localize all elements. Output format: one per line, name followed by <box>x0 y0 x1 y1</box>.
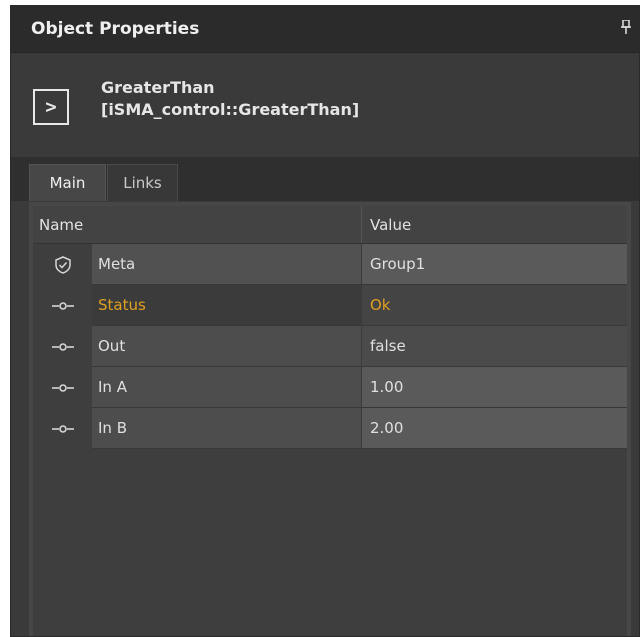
panel-titlebar: Object Properties <box>11 6 639 53</box>
property-name: In A <box>92 367 362 408</box>
property-value[interactable]: Ok <box>362 285 627 326</box>
slot-icon <box>33 408 92 449</box>
tab-content: Name Value Meta Group1 Status Ok Out fal… <box>29 202 631 636</box>
property-name: In B <box>92 408 362 449</box>
object-name: GreaterThan <box>101 78 215 97</box>
property-name: Status <box>92 285 362 326</box>
property-value[interactable]: 1.00 <box>362 367 627 408</box>
tab-links[interactable]: Links <box>107 164 178 201</box>
property-value[interactable]: false <box>362 326 627 367</box>
panel-title: Object Properties <box>31 19 200 39</box>
property-value[interactable]: 2.00 <box>362 408 627 449</box>
grid-header: Name Value <box>33 206 627 244</box>
slot-icon <box>33 326 92 367</box>
property-row-out[interactable]: Out false <box>33 326 627 367</box>
pin-icon[interactable] <box>621 19 631 38</box>
tab-bar: Main Links <box>11 157 639 201</box>
property-row-meta[interactable]: Meta Group1 <box>33 244 627 285</box>
property-row-in-b[interactable]: In B 2.00 <box>33 408 627 449</box>
object-header: > GreaterThan [iSMA_control::GreaterThan… <box>11 53 639 157</box>
slot-icon <box>33 285 92 326</box>
shield-icon <box>33 244 92 285</box>
object-info: GreaterThan [iSMA_control::GreaterThan] <box>101 77 359 121</box>
greater-than-icon: > <box>33 89 69 125</box>
column-header-name[interactable]: Name <box>33 206 362 243</box>
property-row-status[interactable]: Status Ok <box>33 285 627 326</box>
property-name: Out <box>92 326 362 367</box>
property-name: Meta <box>92 244 362 285</box>
object-properties-panel: Object Properties > GreaterThan [iSMA_co… <box>10 5 640 637</box>
grid-empty-area <box>33 452 627 636</box>
property-row-in-a[interactable]: In A 1.00 <box>33 367 627 408</box>
property-value[interactable]: Group1 <box>362 244 627 285</box>
slot-icon <box>33 367 92 408</box>
tab-main[interactable]: Main <box>29 164 106 201</box>
object-type: [iSMA_control::GreaterThan] <box>101 100 360 119</box>
property-grid: Name Value Meta Group1 Status Ok Out fal… <box>33 206 627 636</box>
column-header-value[interactable]: Value <box>362 206 627 243</box>
